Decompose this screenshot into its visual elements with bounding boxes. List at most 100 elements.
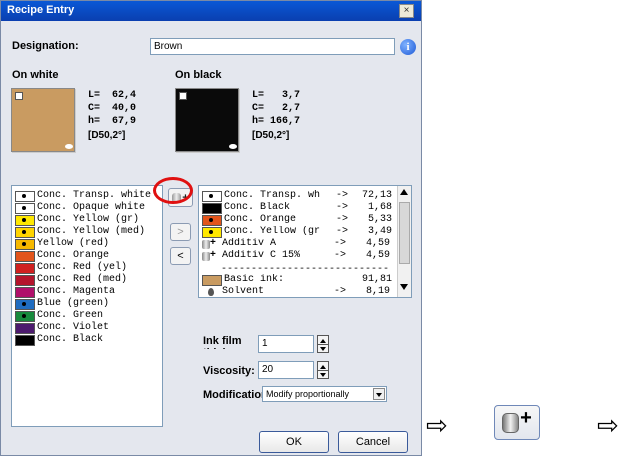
recipe-value: 1,68 xyxy=(367,202,392,213)
checkbox-icon[interactable] xyxy=(179,92,187,100)
color-chip xyxy=(15,322,35,334)
color-chip xyxy=(15,310,35,322)
can-icon xyxy=(502,412,520,433)
stepper-divider xyxy=(318,344,328,345)
designation-input[interactable]: Brown xyxy=(150,38,395,55)
color-chip xyxy=(15,202,35,214)
ink-label: Conc. Green xyxy=(37,310,104,321)
recipe-value: 3,49 xyxy=(367,226,392,237)
ink-film-input[interactable]: 1 xyxy=(258,335,314,353)
title-bar[interactable]: Recipe Entry × xyxy=(1,1,421,21)
recipe-value: 4,59 xyxy=(365,250,390,261)
ink-label: Conc. Yellow (gr) xyxy=(37,214,140,225)
step-up-icon[interactable] xyxy=(320,365,326,369)
recipe-row[interactable]: Conc. Black -> 1,68 xyxy=(202,202,394,214)
recipe-row[interactable]: + Additiv A -> 4,59 xyxy=(202,237,394,250)
on-black-l: L= 3,7 xyxy=(252,90,301,101)
modification-select[interactable]: Modify proportionally xyxy=(262,386,387,402)
plus-icon: + xyxy=(520,407,532,429)
dot-icon xyxy=(22,193,26,198)
on-white-label: On white xyxy=(12,69,59,81)
dot-icon xyxy=(22,205,26,210)
recipe-row[interactable]: Conc. Yellow (gr -> 3,49 xyxy=(202,226,394,238)
ink-list-item[interactable]: Blue (green) xyxy=(15,298,109,310)
ink-list-item[interactable]: Conc. Black xyxy=(15,334,103,346)
basic-ink-chip xyxy=(202,274,222,286)
on-black-label: On black xyxy=(175,69,222,81)
checkbox-icon[interactable] xyxy=(15,92,23,100)
recipe-row[interactable]: + Additiv C 15% -> 4,59 xyxy=(202,249,394,262)
scroll-down-arrow[interactable] xyxy=(400,284,408,290)
scroll-up-arrow[interactable] xyxy=(400,189,408,195)
ink-label: Conc. Magenta xyxy=(37,286,116,297)
eye-icon[interactable] xyxy=(65,144,73,149)
on-black-illuminant: [D50,2°] xyxy=(252,130,290,141)
ink-list-item[interactable]: Conc. Transp. white xyxy=(15,190,151,202)
recipe-list[interactable]: Conc. Transp. wh -> 72,13 Conc. Black -> 1,68… xyxy=(198,185,412,298)
color-chip xyxy=(202,214,222,226)
available-inks-list[interactable]: Conc. Transp. white Conc. Opaque white Con… xyxy=(11,185,163,427)
recipe-ink-label: Additiv A xyxy=(222,238,277,249)
ink-list-item[interactable]: Yellow (red) xyxy=(15,238,109,250)
viscosity-input[interactable]: 20 xyxy=(258,361,314,379)
ink-list-item[interactable]: Conc. Orange xyxy=(15,250,109,262)
ink-list-item[interactable]: Conc. Yellow (gr) xyxy=(15,214,139,226)
ok-button[interactable]: OK xyxy=(259,431,329,453)
recipe-row[interactable]: Basic ink: 91,81 xyxy=(202,274,394,286)
recipe-arrow: -> xyxy=(333,238,346,249)
ink-label: Yellow (red) xyxy=(37,238,110,249)
recipe-value: 72,13 xyxy=(361,190,392,201)
annotation-arrow-right: ⇨ xyxy=(597,410,619,440)
ink-list-item[interactable]: Conc. Red (med) xyxy=(15,274,127,286)
recipe-row[interactable]: Conc. Transp. wh -> 72,13 xyxy=(202,190,394,202)
on-black-swatch[interactable] xyxy=(175,88,239,152)
viscosity-stepper[interactable] xyxy=(317,361,329,379)
ink-film-stepper[interactable] xyxy=(317,335,329,353)
ink-list-item[interactable]: Conc. Opaque white xyxy=(15,202,145,214)
recipe-value: 91,81 xyxy=(361,274,392,285)
dropdown-button[interactable] xyxy=(373,388,385,400)
on-black-c: C= 2,7 xyxy=(252,103,301,114)
recipe-row[interactable]: Solvent -> 8,19 xyxy=(202,286,394,298)
modification-label: Modification xyxy=(203,389,268,401)
scroll-thumb[interactable] xyxy=(399,202,410,264)
close-button[interactable]: × xyxy=(399,4,414,18)
on-white-h: h= 67,9 xyxy=(88,116,137,127)
recipe-value: 8,19 xyxy=(365,286,390,297)
info-icon[interactable]: i xyxy=(400,39,416,55)
chevron-down-icon xyxy=(376,393,382,397)
ink-list-item[interactable]: Conc. Green xyxy=(15,310,103,322)
recipe-scrollbar[interactable] xyxy=(397,186,411,297)
color-chip xyxy=(15,250,35,262)
color-chip xyxy=(15,226,35,238)
step-down-icon[interactable] xyxy=(320,347,326,351)
dot-icon xyxy=(209,217,213,222)
recipe-arrow: -> xyxy=(335,190,348,201)
ink-label: Conc. Opaque white xyxy=(37,202,146,213)
dot-icon xyxy=(209,229,213,234)
eye-icon[interactable] xyxy=(229,144,237,149)
step-down-icon[interactable] xyxy=(320,373,326,377)
additive-icon: + xyxy=(202,237,220,249)
move-left-button[interactable]: < xyxy=(170,247,191,265)
color-chip xyxy=(202,202,222,214)
dot-icon xyxy=(22,241,26,246)
ink-label: Conc. Yellow (med) xyxy=(37,226,146,237)
ink-list-item[interactable]: Conc. Magenta xyxy=(15,286,115,298)
step-up-icon[interactable] xyxy=(320,339,326,343)
ink-list-item[interactable]: Conc. Yellow (med) xyxy=(15,226,145,238)
recipe-ink-label: Conc. Yellow (gr xyxy=(224,226,321,237)
ink-label: Conc. Violet xyxy=(37,322,110,333)
ink-list-item[interactable]: Conc. Violet xyxy=(15,322,109,334)
recipe-row[interactable]: Conc. Orange -> 5,33 xyxy=(202,214,394,226)
ink-label: Conc. Red (yel) xyxy=(37,262,128,273)
recipe-ink-label: Basic ink: xyxy=(224,274,285,285)
window-title: Recipe Entry xyxy=(7,4,75,16)
ink-list-item[interactable]: Conc. Red (yel) xyxy=(15,262,127,274)
color-chip xyxy=(202,226,222,238)
move-right-button[interactable]: > xyxy=(170,223,191,241)
on-white-l: L= 62,4 xyxy=(88,90,137,101)
on-white-swatch[interactable] xyxy=(11,88,75,152)
cancel-button[interactable]: Cancel xyxy=(338,431,408,453)
recipe-ink-label: Conc. Transp. wh xyxy=(224,190,321,201)
